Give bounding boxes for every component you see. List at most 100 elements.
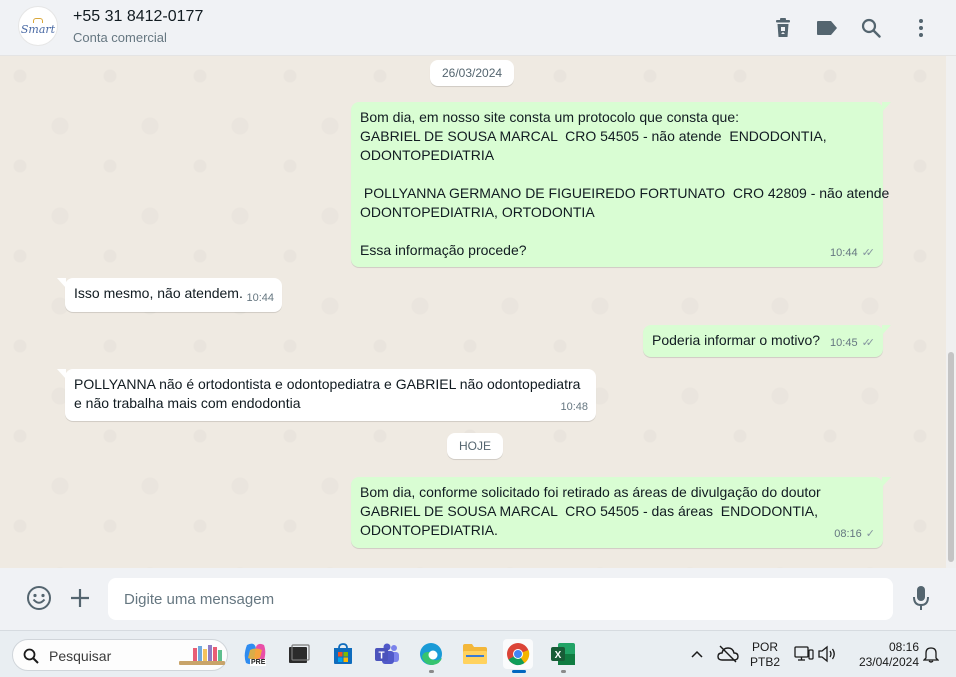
taskbar-copilot[interactable]: PRE: [240, 639, 270, 669]
taskbar-clock[interactable]: 08:16 23/04/2024: [847, 640, 919, 670]
trash-icon: [776, 18, 790, 37]
cloud-offline-icon: [717, 645, 739, 663]
message-line: Bom dia, em nosso site consta um protoco…: [360, 109, 739, 125]
message-meta: 10:44: [246, 289, 274, 308]
microphone-icon: [913, 586, 929, 610]
message-line: [360, 222, 874, 241]
search-icon: [861, 18, 881, 38]
message-line: [360, 165, 874, 184]
input-language-indicator[interactable]: POR PTB2: [748, 640, 782, 670]
chevron-up-icon: [691, 650, 703, 658]
speaker-icon: [818, 645, 835, 663]
folder-icon: [463, 644, 487, 664]
taskbar-edge[interactable]: [416, 639, 446, 673]
message-meta: 10:44 ✓✓: [830, 244, 875, 263]
menu-button[interactable]: [907, 14, 935, 42]
taskbar-excel[interactable]: X: [548, 639, 578, 673]
clock-time: 08:16: [888, 640, 919, 654]
message-time: 10:45: [830, 337, 858, 349]
outgoing-message[interactable]: Bom dia, em nosso site consta um protoco…: [351, 102, 891, 267]
taskbar-chrome[interactable]: [503, 639, 533, 673]
message-time: 10:44: [246, 292, 274, 304]
incoming-message[interactable]: POLLYANNA não é ortodontista e odontoped…: [57, 369, 596, 421]
scrollbar-thumb[interactable]: [948, 352, 954, 562]
label-tag-icon: [817, 21, 837, 35]
message-line: Essa informação procede?: [360, 242, 527, 258]
message-meta: 10:48: [560, 398, 588, 417]
attach-button[interactable]: [67, 585, 93, 611]
svg-text:T: T: [378, 651, 384, 662]
running-indicator: [561, 670, 566, 673]
taskbar-file-explorer[interactable]: [460, 639, 490, 669]
delete-chat-button[interactable]: [769, 14, 797, 42]
message-meta: 08:16 ✓: [834, 525, 875, 544]
date-divider: HOJE: [447, 433, 504, 459]
task-view-icon: [289, 644, 310, 663]
network-icon: [794, 646, 814, 661]
excel-icon: X: [551, 643, 575, 665]
taskbar-teams[interactable]: T: [372, 639, 402, 669]
search-label: Pesquisar: [49, 648, 112, 664]
language-code: POR: [751, 640, 778, 654]
search-chat-button[interactable]: [857, 14, 885, 42]
search-icon: [23, 648, 39, 664]
edge-icon: [420, 643, 442, 665]
contact-subtitle: Conta comercial: [73, 30, 167, 45]
show-hidden-icons-button[interactable]: [682, 639, 712, 669]
message-composer: [0, 568, 956, 630]
double-check-icon: ✓✓: [861, 337, 876, 349]
taskbar-task-view[interactable]: [284, 639, 314, 669]
single-check-icon: ✓: [865, 528, 875, 540]
message-line: GABRIEL DE SOUSA MARCAL CRO 54505 - não …: [360, 128, 827, 144]
teams-icon: T: [375, 643, 399, 664]
message-line: Bom dia, conforme solicitado foi retirad…: [360, 484, 821, 500]
message-line: e não trabalha mais com endodontia: [74, 395, 301, 411]
contact-name[interactable]: +55 31 8412-0177: [73, 8, 203, 26]
contact-avatar[interactable]: Smart: [18, 6, 58, 46]
avatar-logo-text: Smart: [20, 22, 56, 36]
plus-icon: [71, 589, 89, 607]
date-divider: 26/03/2024: [430, 60, 515, 86]
svg-text:X: X: [555, 650, 562, 661]
label-chat-button[interactable]: [813, 14, 841, 42]
store-icon: [334, 643, 352, 664]
message-input[interactable]: [108, 578, 893, 620]
message-line: Isso mesmo, não atendem.: [74, 285, 243, 301]
running-indicator: [429, 670, 434, 673]
chrome-icon: [507, 643, 530, 666]
message-time: 10:44: [830, 247, 858, 259]
taskbar-search[interactable]: Pesquisar: [12, 639, 228, 671]
message-time: 08:16: [834, 528, 862, 540]
clock-date: 23/04/2024: [858, 655, 919, 669]
voice-message-button[interactable]: [908, 585, 934, 611]
message-line: POLLYANNA não é ortodontista e odontoped…: [74, 376, 581, 392]
keyboard-layout-code: PTB2: [749, 655, 780, 669]
crown-icon: [33, 17, 43, 23]
whatsapp-window: Smart +55 31 8412-0177 Conta comercial 2…: [0, 0, 956, 630]
bell-icon: [923, 647, 939, 663]
message-line: ODONTOPEDIATRIA: [360, 147, 495, 163]
incoming-message[interactable]: Isso mesmo, não atendem. 10:44: [57, 278, 282, 312]
outgoing-message[interactable]: Poderia informar o motivo? 10:45 ✓✓: [643, 325, 891, 357]
message-list[interactable]: 26/03/2024 Bom dia, em nosso site consta…: [0, 56, 946, 568]
active-indicator: [512, 670, 526, 673]
message-line: POLLYANNA GERMANO DE FIGUEIREDO FORTUNAT…: [360, 185, 890, 201]
emoji-button[interactable]: [26, 585, 52, 611]
more-vertical-icon: [919, 19, 923, 37]
message-line: ODONTOPEDIATRIA, ORTODONTIA: [360, 204, 595, 220]
preview-badge: PRE: [250, 659, 267, 666]
onedrive-status-button[interactable]: [713, 639, 743, 669]
notifications-button[interactable]: [916, 639, 946, 669]
books-illustration-icon: [179, 645, 225, 665]
message-time: 10:48: [560, 401, 588, 413]
message-line: GABRIEL DE SOUSA MARCAL CRO 54505 - das …: [360, 503, 818, 519]
volume-button[interactable]: [812, 639, 842, 669]
taskbar-microsoft-store[interactable]: [328, 639, 358, 669]
outgoing-message[interactable]: Bom dia, conforme solicitado foi retirad…: [351, 477, 891, 548]
message-meta: 10:45 ✓✓: [830, 334, 875, 353]
chat-scrollbar[interactable]: [946, 56, 956, 568]
emoji-icon: [27, 586, 51, 610]
double-check-icon: ✓✓: [861, 247, 876, 259]
chat-header: Smart +55 31 8412-0177 Conta comercial: [0, 0, 956, 56]
message-line: ODONTOPEDIATRIA.: [360, 522, 498, 538]
